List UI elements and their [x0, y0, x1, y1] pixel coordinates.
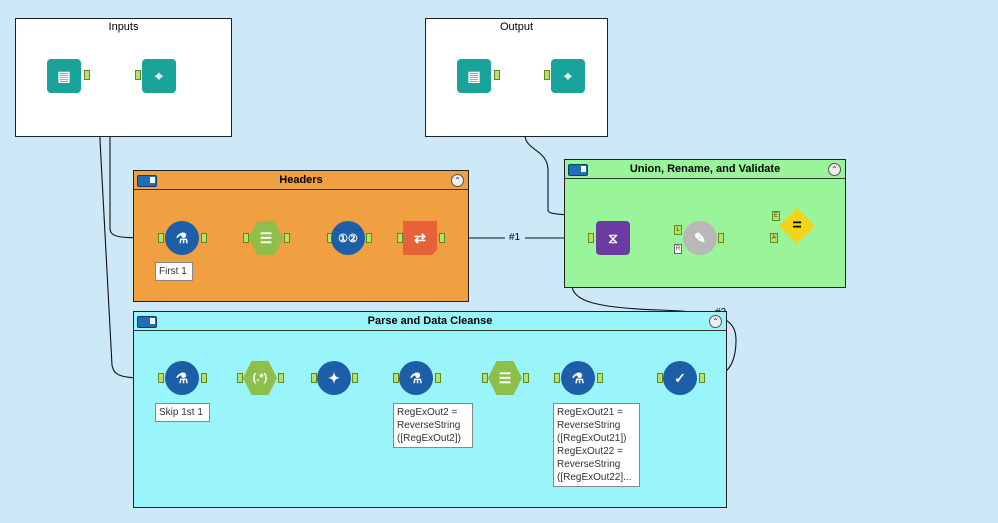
- annotation-line: ReverseString: [557, 420, 621, 431]
- annotation-skip: Skip 1st 1: [155, 403, 210, 422]
- container-toggle-icon[interactable]: [137, 316, 157, 328]
- union-title: Union, Rename, and Validate: [565, 160, 845, 179]
- input-anchor[interactable]: [158, 373, 164, 383]
- formula-icon: ⚗: [409, 369, 423, 386]
- output-anchor[interactable]: [201, 373, 207, 383]
- annotation-line: ([RegExOut21]): [557, 433, 627, 444]
- connection-label-1: #1: [509, 232, 521, 243]
- formula-icon: ⚗: [571, 369, 585, 386]
- parse-title: Parse and Data Cleanse: [134, 312, 726, 331]
- input-anchor[interactable]: [554, 373, 560, 383]
- annotation-line: ([RegExOut2]): [397, 433, 461, 444]
- annotation-regex21: RegExOut21 = ReverseString ([RegExOut21]…: [553, 403, 640, 487]
- browse-tool-inputs[interactable]: ⌖: [142, 59, 176, 93]
- input-anchor[interactable]: [243, 233, 249, 243]
- dynamic-rename-icon: ✎: [694, 229, 706, 246]
- input-data-tool-output[interactable]: ▤: [457, 59, 491, 93]
- input-anchor[interactable]: [482, 373, 488, 383]
- output-anchor[interactable]: [201, 233, 207, 243]
- collapse-icon[interactable]: ⌃: [828, 163, 841, 176]
- output-anchor[interactable]: [523, 373, 529, 383]
- output-title: Output: [499, 21, 534, 33]
- sample-tool-parse[interactable]: ⚗: [165, 361, 199, 395]
- input-anchor[interactable]: [588, 233, 594, 243]
- cleanse-tool[interactable]: ✦: [317, 361, 351, 395]
- anchor-E[interactable]: E: [772, 211, 780, 221]
- annotation-line: ReverseString: [397, 420, 461, 431]
- annotation-line: RegExOut21 =: [557, 407, 623, 418]
- test-icon: =: [792, 217, 802, 234]
- anchor-A[interactable]: A: [770, 233, 778, 243]
- record-id-tool[interactable]: ①②: [331, 221, 365, 255]
- annotation-line: RegExOut22 =: [557, 446, 623, 457]
- output-anchor[interactable]: [366, 233, 372, 243]
- annotation-regex2: RegExOut2 = ReverseString ([RegExOut2]): [393, 403, 473, 448]
- anchor-R[interactable]: R: [674, 244, 682, 254]
- output-anchor[interactable]: [84, 70, 90, 80]
- output-anchor[interactable]: [597, 373, 603, 383]
- annotation-line: ReverseString: [557, 459, 621, 470]
- text-to-columns-icon: ☰: [498, 369, 512, 386]
- anchor-L[interactable]: L: [674, 225, 682, 235]
- input-anchor[interactable]: [397, 233, 403, 243]
- data-cleansing-tool[interactable]: ✓: [663, 361, 697, 395]
- browse-binoculars-icon: ⌖: [564, 67, 572, 84]
- record-id-icon: ①②: [338, 232, 358, 245]
- formula-tool-2[interactable]: ⚗: [561, 361, 595, 395]
- collapse-icon[interactable]: ⌃: [709, 315, 722, 328]
- transpose-tool[interactable]: ⇄: [403, 221, 437, 255]
- union-dna-icon: ⧖: [608, 229, 618, 246]
- browse-binoculars-icon: ⌖: [155, 67, 163, 84]
- dynamic-rename-tool[interactable]: ✎: [683, 221, 717, 255]
- output-anchor[interactable]: [278, 373, 284, 383]
- collapse-icon[interactable]: ⌃: [451, 174, 464, 187]
- sample-tool-headers[interactable]: ⚗: [165, 221, 199, 255]
- input-data-tool[interactable]: ▤: [47, 59, 81, 93]
- inputs-title: Inputs: [108, 21, 139, 33]
- annotation-first: First 1: [155, 262, 193, 281]
- output-anchor[interactable]: [494, 70, 500, 80]
- output-anchor[interactable]: [439, 233, 445, 243]
- input-anchor[interactable]: [158, 233, 164, 243]
- container-toggle-icon[interactable]: [137, 175, 157, 187]
- union-tool[interactable]: ⧖: [596, 221, 630, 255]
- sample-flask-icon: ⚗: [175, 229, 189, 246]
- headers-title: Headers: [134, 171, 468, 190]
- annotation-line: RegExOut2 =: [397, 407, 458, 418]
- transpose-icon: ⇄: [414, 229, 426, 246]
- output-anchor[interactable]: [435, 373, 441, 383]
- input-book-icon: ▤: [57, 67, 71, 84]
- input-anchor[interactable]: [544, 70, 550, 80]
- output-anchor[interactable]: [718, 233, 724, 243]
- annotation-line: ([RegExOut22]...: [557, 472, 632, 483]
- browse-tool-output[interactable]: ⌖: [551, 59, 585, 93]
- container-toggle-icon[interactable]: [568, 164, 588, 176]
- input-anchor[interactable]: [237, 373, 243, 383]
- input-anchor[interactable]: [135, 70, 141, 80]
- data-cleansing-icon: ✓: [674, 369, 686, 386]
- text-to-columns-icon: ☰: [259, 229, 273, 246]
- sample-flask-icon: ⚗: [175, 369, 189, 386]
- output-anchor[interactable]: [284, 233, 290, 243]
- input-book-icon: ▤: [467, 67, 481, 84]
- formula-tool-1[interactable]: ⚗: [399, 361, 433, 395]
- regex-icon: (.*): [252, 372, 268, 384]
- output-anchor[interactable]: [699, 373, 705, 383]
- output-anchor[interactable]: [352, 373, 358, 383]
- cleanse-icon: ✦: [328, 369, 340, 386]
